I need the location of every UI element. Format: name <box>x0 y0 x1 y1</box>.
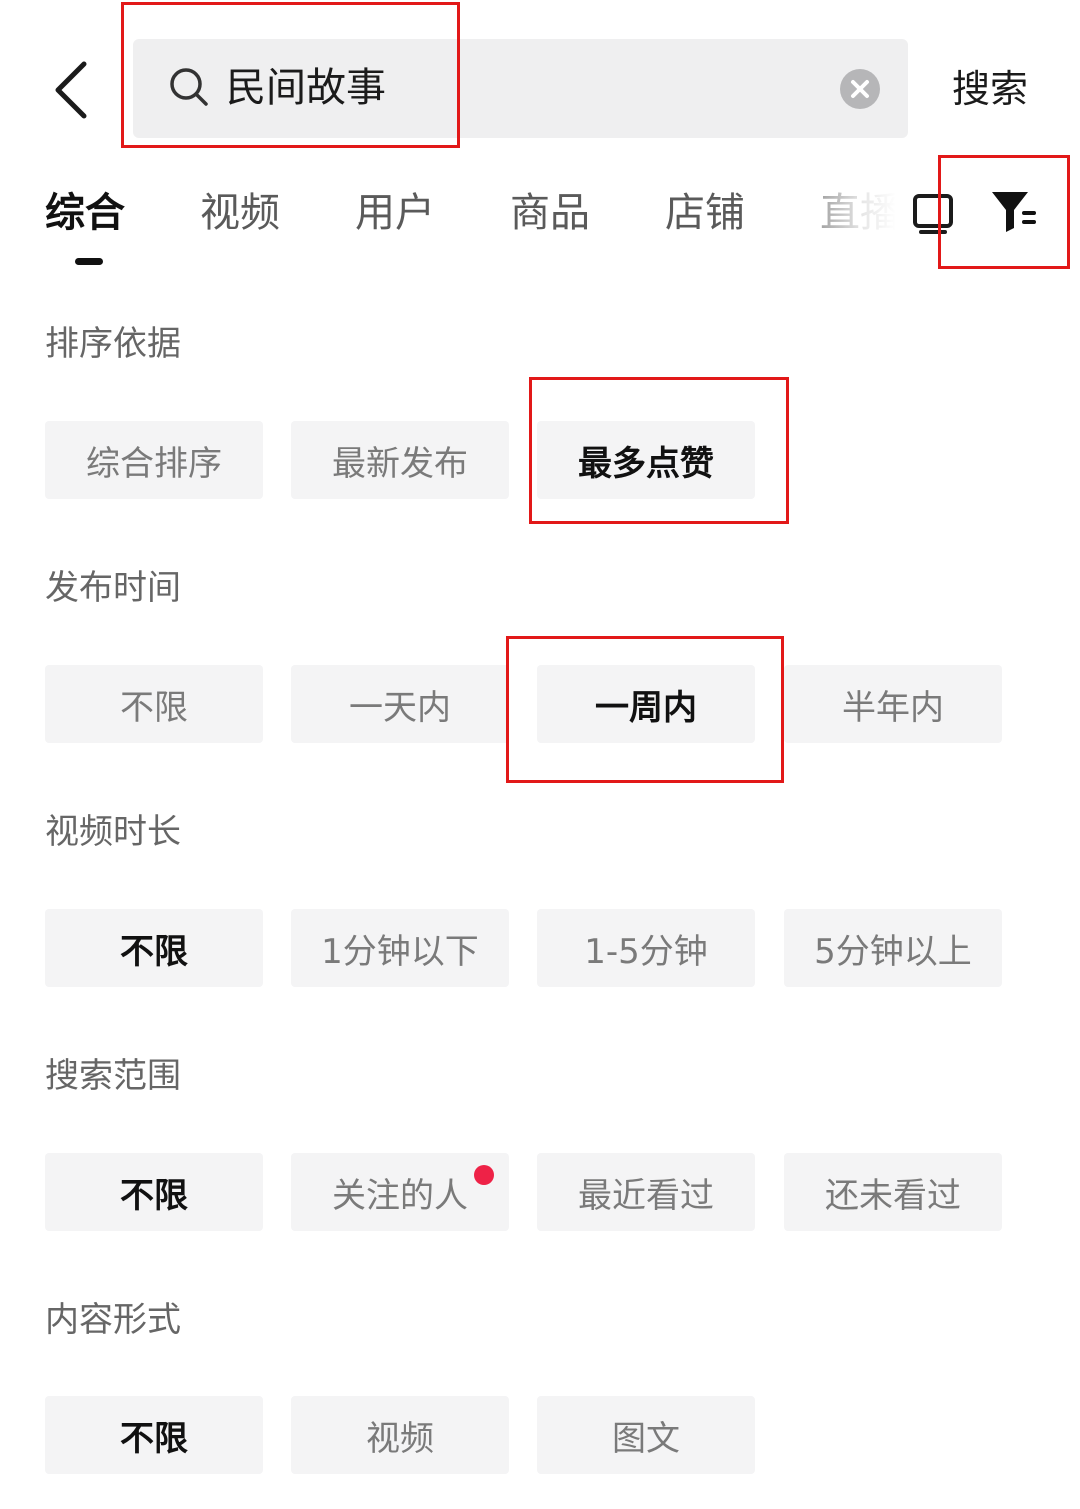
duration-option-over-5min[interactable]: 5分钟以上 <box>784 909 1002 987</box>
time-option-one-week[interactable]: 一周内 <box>537 665 755 743</box>
format-section-title: 内容形式 <box>45 1300 181 1340</box>
notification-dot <box>474 1165 494 1185</box>
search-icon <box>168 66 210 108</box>
clear-circle-icon[interactable] <box>839 68 881 110</box>
format-option-video[interactable]: 视频 <box>291 1396 509 1474</box>
tab-comprehensive[interactable]: 综合 <box>45 185 125 241</box>
scope-section-title: 搜索范围 <box>45 1056 181 1096</box>
duration-section-title: 视频时长 <box>45 812 181 852</box>
search-submit-button[interactable]: 搜索 <box>952 62 1028 116</box>
time-option-half-year[interactable]: 半年内 <box>784 665 1002 743</box>
time-option-one-day[interactable]: 一天内 <box>291 665 509 743</box>
tab-products[interactable]: 商品 <box>510 185 590 241</box>
back-button[interactable] <box>40 50 110 130</box>
tab-users[interactable]: 用户 <box>355 185 435 241</box>
chevron-left-icon <box>55 61 87 119</box>
search-query-text[interactable]: 民间故事 <box>226 60 386 116</box>
tab-stores[interactable]: 店铺 <box>665 185 745 241</box>
duration-option-under-1min[interactable]: 1分钟以下 <box>291 909 509 987</box>
sort-option-latest[interactable]: 最新发布 <box>291 421 509 499</box>
tab-videos[interactable]: 视频 <box>200 185 280 241</box>
time-option-any[interactable]: 不限 <box>45 665 263 743</box>
sort-section-title: 排序依据 <box>45 324 181 364</box>
scope-option-recently-viewed[interactable]: 最近看过 <box>537 1153 755 1231</box>
tab-live[interactable]: 直播 <box>820 185 896 241</box>
format-option-image-text[interactable]: 图文 <box>537 1396 755 1474</box>
sort-option-most-liked[interactable]: 最多点赞 <box>537 421 755 499</box>
time-section-title: 发布时间 <box>45 568 181 608</box>
tv-icon[interactable] <box>910 186 956 236</box>
format-option-any[interactable]: 不限 <box>45 1396 263 1474</box>
sort-option-comprehensive[interactable]: 综合排序 <box>45 421 263 499</box>
scope-option-any[interactable]: 不限 <box>45 1153 263 1231</box>
tab-active-indicator <box>75 258 103 265</box>
duration-option-1-5min[interactable]: 1-5分钟 <box>537 909 755 987</box>
scope-option-not-viewed[interactable]: 还未看过 <box>784 1153 1002 1231</box>
scope-option-following[interactable]: 关注的人 <box>291 1153 509 1231</box>
filter-icon[interactable] <box>988 186 1042 236</box>
duration-option-any[interactable]: 不限 <box>45 909 263 987</box>
